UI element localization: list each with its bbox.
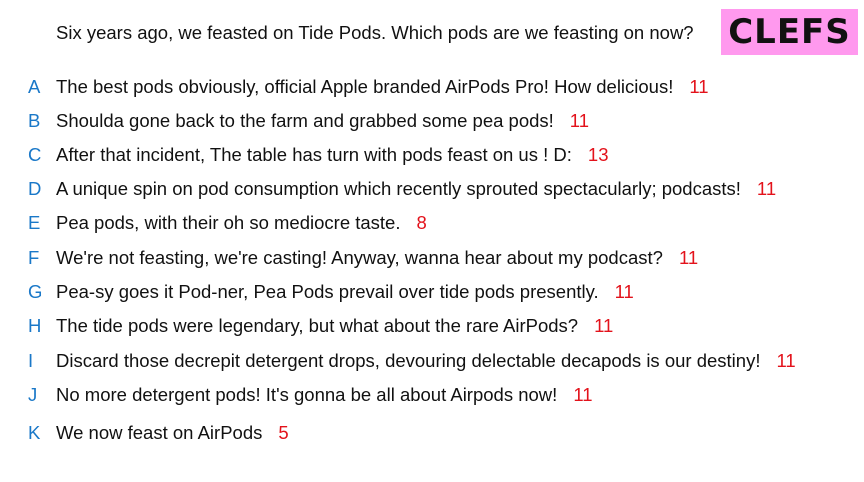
answer-letter: E — [28, 212, 41, 233]
answer-text: We're not feasting, we're casting! Anywa… — [56, 247, 663, 268]
answer-score: 11 — [678, 247, 699, 268]
answer-score: 11 — [614, 281, 634, 302]
answer-score: 11 — [573, 384, 593, 405]
answer-score: 11 — [569, 110, 590, 131]
answer-text: Pea-sy goes it Pod-ner, Pea Pods prevail… — [56, 281, 599, 302]
answer-letter: D — [28, 178, 42, 199]
answer-score: 13 — [587, 144, 609, 165]
answer-score: 5 — [278, 422, 289, 443]
answer-letter: I — [28, 350, 34, 371]
answer-text: A unique spin on pod consumption which r… — [56, 178, 741, 199]
answer-text: The best pods obviously, official Apple … — [56, 76, 674, 97]
answer-letter: H — [28, 315, 42, 336]
answer-text-wrap: We now feast on AirPods 5 — [56, 422, 289, 444]
answer-score: 11 — [776, 350, 796, 371]
answer-score: 11 — [594, 315, 614, 336]
answer-text-wrap: The tide pods were legendary, but what a… — [56, 315, 613, 337]
answer-text-wrap: We're not feasting, we're casting! Anywa… — [56, 247, 698, 269]
answer-letter: F — [28, 247, 40, 268]
answer-letter: C — [28, 144, 42, 165]
clefs-badge: CLEFS — [721, 9, 858, 55]
answer-text-wrap: Discard those decrepit detergent drops, … — [56, 350, 796, 372]
answer-text-wrap: A unique spin on pod consumption which r… — [56, 178, 776, 200]
answer-text-wrap: The best pods obviously, official Apple … — [56, 76, 709, 98]
answer-score: 8 — [416, 212, 427, 233]
answer-text: Discard those decrepit detergent drops, … — [56, 350, 761, 371]
answer-text: No more detergent pods! It's gonna be al… — [56, 384, 558, 405]
answer-letter: B — [28, 110, 41, 131]
badge-label: CLEFS — [728, 12, 851, 52]
answer-text: Pea pods, with their oh so mediocre tast… — [56, 212, 401, 233]
answer-text: The tide pods were legendary, but what a… — [56, 315, 579, 336]
answer-score: 11 — [689, 76, 709, 97]
answer-text-wrap: Shoulda gone back to the farm and grabbe… — [56, 110, 589, 132]
answer-text-wrap: Pea pods, with their oh so mediocre tast… — [56, 212, 427, 234]
answer-score: 11 — [756, 178, 777, 199]
answer-letter: J — [28, 384, 38, 405]
answer-text-wrap: Pea-sy goes it Pod-ner, Pea Pods prevail… — [56, 281, 634, 303]
answer-text-wrap: No more detergent pods! It's gonna be al… — [56, 384, 593, 406]
answer-letter: K — [28, 422, 41, 443]
answer-text-wrap: After that incident, The table has turn … — [56, 144, 608, 166]
answer-text: Shoulda gone back to the farm and grabbe… — [56, 110, 554, 131]
answer-letter: G — [28, 281, 43, 302]
question-text: Six years ago, we feasted on Tide Pods. … — [56, 22, 694, 43]
answer-text: After that incident, The table has turn … — [56, 144, 572, 165]
answer-letter: A — [28, 76, 41, 97]
answer-text: We now feast on AirPods — [56, 422, 263, 443]
